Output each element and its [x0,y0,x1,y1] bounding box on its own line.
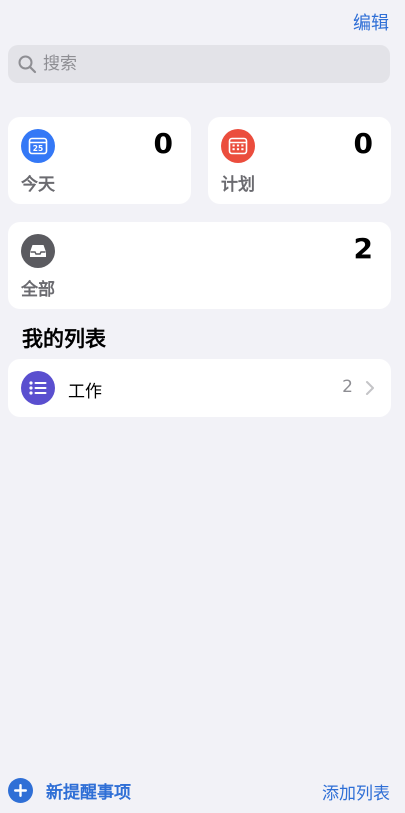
chevron-right-icon [366,381,374,395]
scheduled-count: 0 [353,127,373,160]
today-card[interactable]: 25 0 今天 [8,117,191,204]
scheduled-label: 计划 [221,175,255,195]
list-item-count: 2 [342,377,353,397]
search-input[interactable] [43,54,343,74]
list-item-work[interactable]: 工作 2 [8,359,391,417]
scheduled-card[interactable]: 0 计划 [208,117,391,204]
list-item-name: 工作 [68,382,102,402]
edit-button[interactable]: 编辑 [353,9,389,35]
search-icon [18,55,37,74]
search-bar[interactable] [8,45,390,83]
inbox-tray-icon [30,245,46,257]
calendar-day-icon: 25 [28,137,48,155]
add-list-button[interactable]: 添加列表 [322,779,390,804]
calendar-icon [228,137,248,155]
all-card[interactable]: 2 全部 [8,222,391,309]
bottom-toolbar: 新提醒事项 添加列表 [0,772,405,808]
all-count: 2 [353,232,373,265]
all-label: 全部 [21,280,55,300]
today-icon: 25 [21,129,55,163]
scheduled-icon [221,129,255,163]
today-count: 0 [153,127,173,160]
all-icon [21,234,55,268]
top-bar: 编辑 [0,0,405,40]
list-bullet-icon [21,371,55,405]
today-label: 今天 [21,175,55,195]
new-reminder-button[interactable]: 新提醒事项 [8,777,131,803]
today-day-number: 25 [33,144,43,153]
new-reminder-label: 新提醒事项 [46,782,131,803]
my-lists-title: 我的列表 [22,327,106,351]
plus-icon [8,777,33,803]
